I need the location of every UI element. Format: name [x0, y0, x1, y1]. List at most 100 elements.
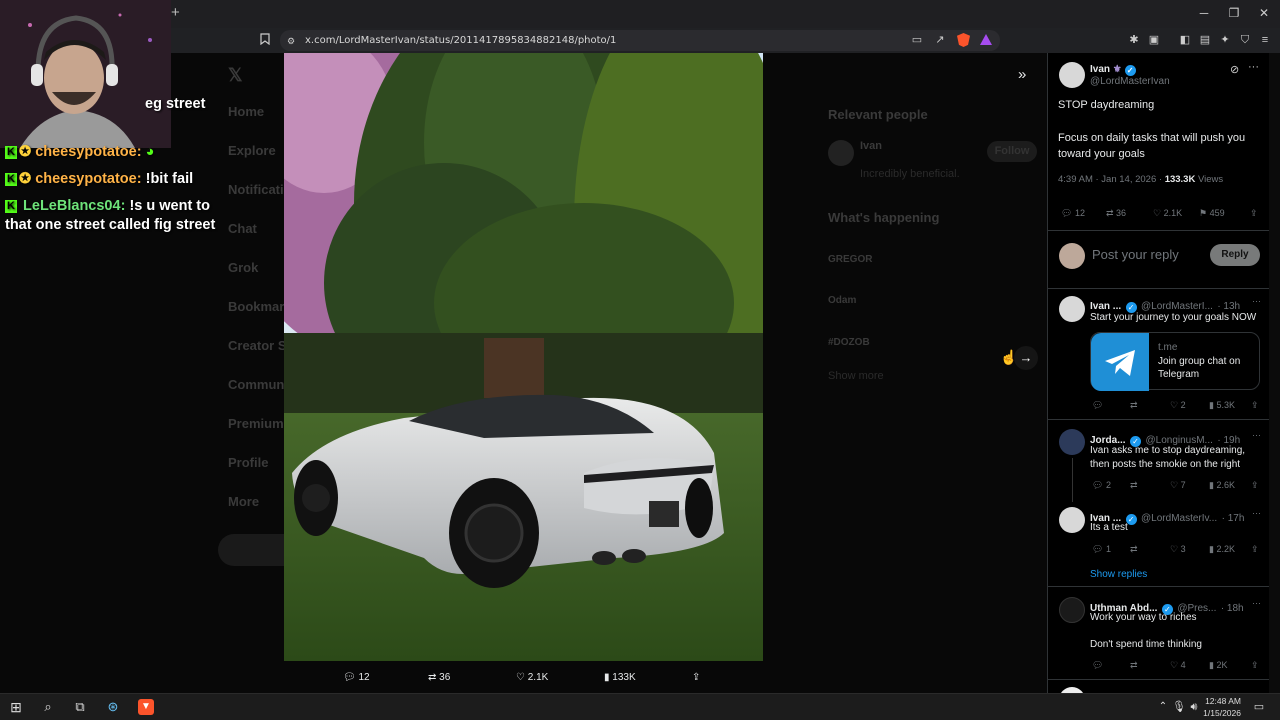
- tray-overflow-icon[interactable]: ⌃: [1155, 699, 1171, 715]
- reply-handle[interactable]: @LordMasterIv...: [1141, 513, 1217, 524]
- bookmark-icon[interactable]: [258, 33, 272, 47]
- post-photo[interactable]: [284, 53, 763, 661]
- taskbar-date[interactable]: 1/15/2026: [1201, 708, 1241, 718]
- notifications-icon[interactable]: ▭: [1251, 699, 1267, 715]
- site-info-icon[interactable]: ⚙: [284, 34, 298, 48]
- author-avatar[interactable]: [1059, 62, 1085, 88]
- menu-icon[interactable]: ≡: [1258, 33, 1272, 47]
- more-options-icon[interactable]: ···: [1248, 61, 1259, 73]
- photo-views-action[interactable]: ▮ 133K: [604, 671, 636, 685]
- divider: [1048, 419, 1269, 420]
- chat-text-continued: that one street called fig street: [5, 217, 216, 233]
- bg-trend: GREGOR: [828, 254, 873, 265]
- brave-rewards-icon[interactable]: [980, 34, 992, 45]
- reply-avatar[interactable]: [1059, 597, 1085, 623]
- reply-reply-count: 1: [1105, 544, 1111, 554]
- taskbar-time[interactable]: 12:48 AM: [1201, 696, 1241, 706]
- author-handle[interactable]: @LordMasterIvan: [1090, 76, 1170, 87]
- author-name[interactable]: Ivan ⚜ ✓: [1090, 64, 1136, 76]
- webcam-overlay: [0, 0, 171, 148]
- reply-reply-action[interactable]: 💬︎: [1092, 660, 1103, 671]
- reply-like-action[interactable]: ♡ 3: [1170, 544, 1186, 555]
- post-like-action[interactable]: ♡ 2.1K: [1153, 208, 1182, 219]
- leo-ai-icon[interactable]: ✦: [1218, 33, 1232, 47]
- maximize-button[interactable]: ❐: [1224, 6, 1244, 22]
- reply-view-count: 5.3K: [1216, 400, 1235, 410]
- fleur-icon: ⚜: [1112, 64, 1122, 75]
- reply-avatar[interactable]: [1059, 507, 1085, 533]
- reply-reply-action[interactable]: 💬︎ 2: [1092, 480, 1111, 491]
- share-icon[interactable]: ↗: [933, 33, 947, 47]
- photo-reply-action[interactable]: 💬︎ 12: [343, 671, 370, 685]
- more-options-icon[interactable]: ···: [1252, 296, 1261, 306]
- reply-share-action[interactable]: ⇪: [1251, 544, 1259, 555]
- reply-repost-action[interactable]: ⇄: [1130, 660, 1138, 671]
- reply-like-action[interactable]: ♡ 2: [1170, 400, 1186, 411]
- new-tab-button[interactable]: +: [171, 4, 185, 22]
- kick-badge-icon: K: [5, 200, 17, 213]
- reply-reply-action[interactable]: 💬︎ 1: [1092, 544, 1111, 555]
- reply-views[interactable]: ▮ 2.6K: [1209, 480, 1235, 491]
- collapse-panel-icon[interactable]: »: [1018, 66, 1026, 83]
- telegram-link-card[interactable]: t.me Join group chat on Telegram: [1090, 332, 1260, 391]
- steam-icon[interactable]: ⊛: [105, 699, 121, 715]
- microphone-icon[interactable]: 🎙︎: [1171, 699, 1187, 715]
- volume-icon[interactable]: 🔊︎: [1186, 699, 1202, 715]
- photo-repost-action[interactable]: ⇄ 36: [428, 671, 450, 685]
- reply-button[interactable]: Reply: [1210, 244, 1260, 266]
- wallet-icon[interactable]: ▤: [1198, 33, 1212, 47]
- search-icon[interactable]: ⌕: [40, 699, 56, 715]
- post-share-action[interactable]: ⇪: [1250, 208, 1258, 219]
- reply-time: · 18h: [1220, 603, 1244, 614]
- post-reply-action[interactable]: 💬︎ 12: [1061, 208, 1085, 219]
- x-logo-icon: 𝕏: [228, 65, 243, 85]
- reply-views[interactable]: ▮ 2.2K: [1209, 544, 1235, 555]
- tab-icon[interactable]: ▣: [1147, 33, 1161, 47]
- grok-icon[interactable]: ⊘: [1230, 63, 1239, 76]
- task-view-icon[interactable]: ⧉: [72, 699, 88, 715]
- reply-share-action[interactable]: ⇪: [1251, 660, 1259, 671]
- emote-icon: ◕: [145, 144, 155, 160]
- reply-share-action[interactable]: ⇪: [1251, 480, 1259, 491]
- reply-input[interactable]: Post your reply: [1092, 247, 1179, 262]
- more-options-icon[interactable]: ···: [1252, 598, 1261, 608]
- more-options-icon[interactable]: ···: [1252, 508, 1261, 518]
- extensions-icon[interactable]: ✱: [1127, 33, 1141, 47]
- photo-share-action[interactable]: ⇪: [692, 671, 700, 685]
- reply-repost-action[interactable]: ⇄: [1130, 480, 1138, 491]
- chat-text: !bit fail: [145, 171, 194, 187]
- post-repost-action[interactable]: ⇄ 36: [1106, 208, 1126, 219]
- reply-repost-action[interactable]: ⇄: [1130, 544, 1138, 555]
- reply-avatar[interactable]: [1059, 429, 1085, 455]
- brave-shields-icon[interactable]: [957, 33, 970, 47]
- post-bookmark-action[interactable]: ⚑ 459: [1199, 208, 1225, 219]
- reply-avatar[interactable]: [1059, 296, 1085, 322]
- next-photo-arrow-icon[interactable]: →: [1014, 346, 1038, 370]
- brave-taskbar-icon[interactable]: ▼: [138, 699, 154, 715]
- show-replies-link[interactable]: Show replies: [1090, 569, 1147, 580]
- photo-like-action[interactable]: ♡ 2.1K: [516, 671, 548, 685]
- post-repost-count: 36: [1116, 208, 1127, 218]
- minimize-button[interactable]: ─: [1194, 6, 1214, 22]
- cast-icon[interactable]: ▭: [910, 33, 924, 47]
- reply-views[interactable]: ▮ 2K: [1209, 660, 1227, 671]
- reply-like-action[interactable]: ♡ 4: [1170, 660, 1186, 671]
- windows-start-icon[interactable]: ⊞: [8, 699, 24, 715]
- reply-views[interactable]: ▮ 5.3K: [1209, 400, 1235, 411]
- reply-share-action[interactable]: ⇪: [1251, 400, 1259, 411]
- more-options-icon[interactable]: ···: [1252, 430, 1261, 440]
- reply-reply-action[interactable]: 💬︎: [1092, 400, 1103, 411]
- close-window-button[interactable]: ✕: [1254, 6, 1274, 22]
- heart-icon: ♡: [516, 672, 525, 683]
- reply-like-action[interactable]: ♡ 7: [1170, 480, 1186, 491]
- scrollbar[interactable]: [1269, 53, 1280, 693]
- post-like-count: 2.1K: [1163, 208, 1183, 218]
- vpn-icon[interactable]: ⛉: [1238, 33, 1252, 47]
- post-timestamp: 4:39 AM · Jan 14, 2026 · 133.3K Views: [1058, 174, 1223, 185]
- kick-badge-icon: K: [5, 146, 17, 159]
- reply-icon: 💬︎: [343, 672, 356, 683]
- reply-repost-action[interactable]: ⇄: [1130, 400, 1138, 411]
- sidebar-icon[interactable]: ◧: [1178, 33, 1192, 47]
- kick-badge-icon: K: [5, 173, 17, 186]
- post-bookmark-count: 459: [1209, 208, 1225, 218]
